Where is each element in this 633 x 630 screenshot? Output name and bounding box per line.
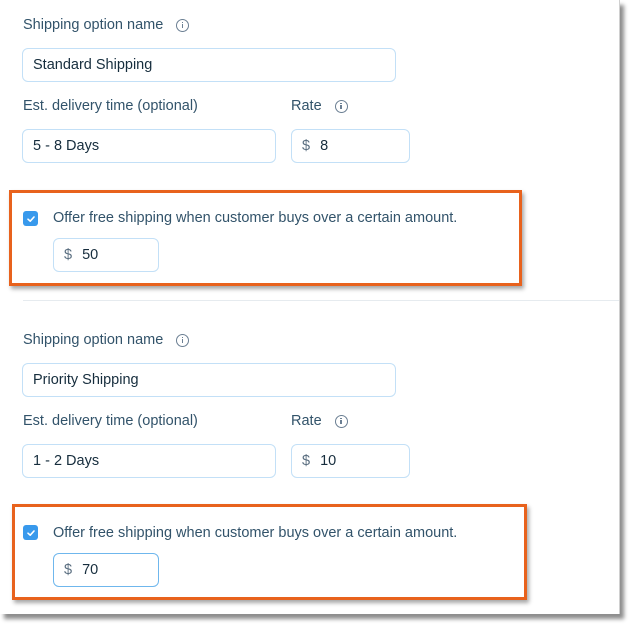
currency-symbol: $ xyxy=(302,138,311,154)
shipping-options-panel: Shipping option name Standard Shipping E… xyxy=(0,0,620,614)
delivery-time-input[interactable]: 1 - 2 Days xyxy=(22,444,276,478)
free-shipping-amount-value: 50 xyxy=(82,247,99,263)
free-shipping-amount-value: 70 xyxy=(82,562,99,578)
delivery-time-value: 5 - 8 Days xyxy=(33,138,100,154)
free-shipping-checkbox[interactable] xyxy=(23,525,38,540)
rate-label-text: Rate xyxy=(291,98,322,114)
currency-symbol: $ xyxy=(64,247,73,263)
shipping-option-name-label: Shipping option name xyxy=(23,17,190,33)
free-shipping-amount-input[interactable]: $ 70 xyxy=(53,553,159,587)
rate-input[interactable]: $ 8 xyxy=(291,129,410,163)
shipping-option-name-label: Shipping option name xyxy=(23,332,190,348)
delivery-time-value: 1 - 2 Days xyxy=(33,453,100,469)
shipping-option-name-value: Priority Shipping xyxy=(33,372,139,388)
free-shipping-label-text: Offer free shipping when customer buys o… xyxy=(53,525,458,541)
shipping-option-name-input[interactable]: Priority Shipping xyxy=(22,363,396,397)
info-icon[interactable] xyxy=(334,414,348,428)
info-icon[interactable] xyxy=(176,333,190,347)
rate-value: 10 xyxy=(320,453,337,469)
delivery-time-label: Est. delivery time (optional) xyxy=(23,413,198,429)
free-shipping-label-text: Offer free shipping when customer buys o… xyxy=(53,210,458,226)
free-shipping-amount-input[interactable]: $ 50 xyxy=(53,238,159,272)
delivery-time-input[interactable]: 5 - 8 Days xyxy=(22,129,276,163)
check-icon xyxy=(26,529,35,536)
free-shipping-label: Offer free shipping when customer buys o… xyxy=(53,525,457,541)
rate-label: Rate xyxy=(291,413,348,429)
currency-symbol: $ xyxy=(64,562,73,578)
shipping-option-name-label-text: Shipping option name xyxy=(23,332,164,348)
check-icon xyxy=(26,215,35,222)
free-shipping-label: Offer free shipping when customer buys o… xyxy=(53,210,457,226)
free-shipping-checkbox[interactable] xyxy=(23,211,38,226)
shipping-option-name-value: Standard Shipping xyxy=(33,57,153,73)
rate-value: 8 xyxy=(320,138,329,154)
info-icon[interactable] xyxy=(176,18,190,32)
section-divider xyxy=(23,300,619,301)
info-icon[interactable] xyxy=(334,99,348,113)
currency-symbol: $ xyxy=(302,453,311,469)
delivery-time-label-text: Est. delivery time (optional) xyxy=(23,413,198,429)
delivery-time-label: Est. delivery time (optional) xyxy=(23,98,198,114)
rate-label: Rate xyxy=(291,98,348,114)
rate-input[interactable]: $ 10 xyxy=(291,444,410,478)
delivery-time-label-text: Est. delivery time (optional) xyxy=(23,98,198,114)
shipping-option-name-label-text: Shipping option name xyxy=(23,17,164,33)
shipping-option-name-input[interactable]: Standard Shipping xyxy=(22,48,396,82)
rate-label-text: Rate xyxy=(291,413,322,429)
